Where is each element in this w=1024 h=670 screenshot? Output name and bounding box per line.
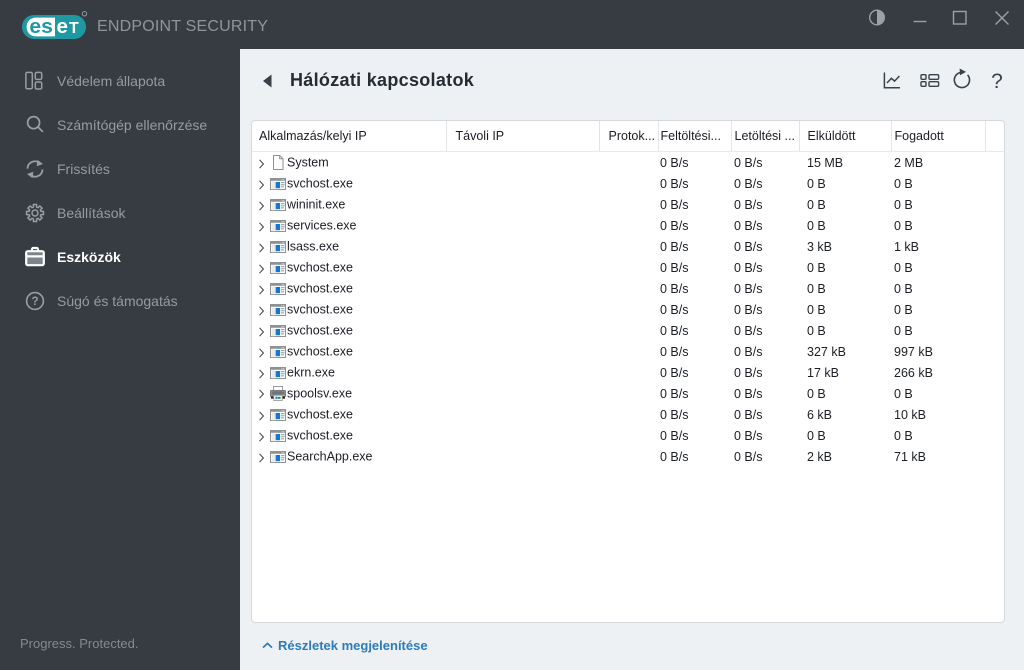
svg-text:T: T bbox=[69, 20, 79, 37]
svg-text:?: ? bbox=[31, 296, 38, 308]
svg-text:?: ? bbox=[991, 70, 1003, 93]
svg-text:e: e bbox=[57, 15, 68, 38]
svg-text:es: es bbox=[29, 15, 52, 38]
